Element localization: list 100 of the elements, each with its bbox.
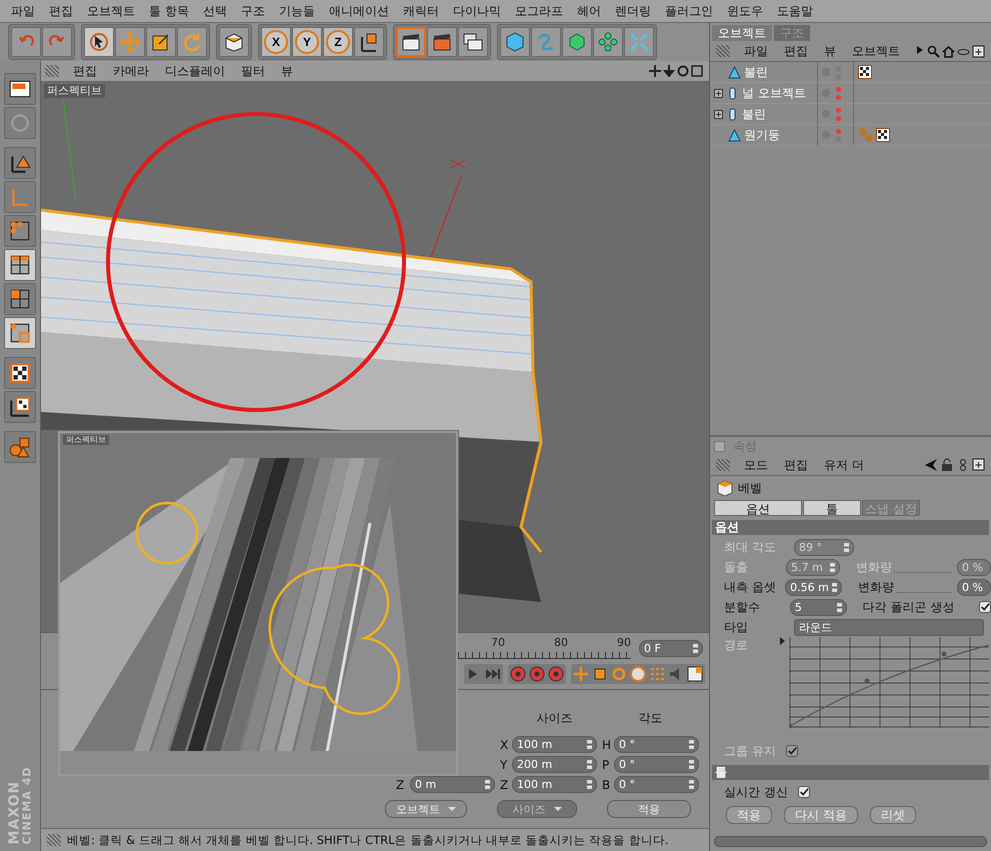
menu-item[interactable]: 디스플레이 <box>157 62 233 80</box>
checkbox[interactable] <box>798 786 810 798</box>
new-window-icon[interactable] <box>972 458 985 471</box>
render-button[interactable] <box>396 27 426 57</box>
record-key-icon[interactable] <box>547 665 565 683</box>
search-icon[interactable] <box>927 44 940 58</box>
menu-item[interactable]: 유저 더 <box>816 456 872 474</box>
menu-item[interactable]: 편집 <box>42 2 80 20</box>
visibility-dot[interactable] <box>836 86 841 92</box>
visibility-dot[interactable] <box>836 116 841 120</box>
menu-item[interactable]: 뷰 <box>816 42 844 60</box>
menu-item[interactable]: 파일 <box>736 42 776 60</box>
cage-cube-button[interactable] <box>562 27 592 57</box>
maximize-icon[interactable] <box>691 65 703 77</box>
grip-handle[interactable] <box>47 834 61 846</box>
grip-handle[interactable] <box>716 45 730 57</box>
checker-tag-icon[interactable] <box>876 128 890 142</box>
new-window-icon[interactable] <box>972 44 985 58</box>
menu-item[interactable]: 오브젝트 <box>80 2 142 20</box>
dropdown[interactable]: 라운드 <box>794 618 984 636</box>
timeline-window-icon[interactable] <box>686 665 704 683</box>
size-field[interactable]: 100 m <box>512 736 597 753</box>
record-key-icon[interactable] <box>528 665 546 683</box>
rotate-button[interactable] <box>177 27 207 57</box>
dropdown[interactable]: 오브젝트 <box>385 800 467 818</box>
menu-item[interactable]: 툴 항목 <box>142 2 196 20</box>
number-field[interactable]: 5 <box>790 598 847 616</box>
coordinate-system-button[interactable] <box>354 27 384 57</box>
arrows-button[interactable] <box>624 27 654 57</box>
visibility-dot[interactable] <box>836 128 841 134</box>
tool-button[interactable] <box>4 73 36 105</box>
menu-item[interactable]: 다이나믹 <box>446 2 508 20</box>
number-field[interactable]: 0.56 m <box>785 578 842 596</box>
attribute-tab[interactable]: 툴 <box>803 500 861 516</box>
menu-item[interactable]: 편집 <box>776 42 816 60</box>
tool-button[interactable] <box>4 249 36 281</box>
menu-item[interactable]: 모드 <box>736 456 776 474</box>
tool-button[interactable] <box>4 215 36 247</box>
axis-toggle[interactable]: X <box>261 27 291 57</box>
menu-item[interactable]: 캐릭터 <box>396 2 446 20</box>
checkbox[interactable] <box>979 601 991 613</box>
menu-item[interactable]: 필터 <box>233 62 273 80</box>
expand-toggle[interactable] <box>714 110 723 118</box>
expand-toggle[interactable] <box>714 88 723 98</box>
menu-item[interactable]: 도움말 <box>770 2 820 20</box>
undo-button[interactable] <box>11 27 41 57</box>
render-button[interactable] <box>458 27 488 57</box>
rotate-view-icon[interactable] <box>677 65 689 77</box>
menu-item[interactable]: 플러그인 <box>658 2 720 20</box>
panel-tab[interactable]: 오브젝트 <box>712 25 772 41</box>
menu-item[interactable]: 구조 <box>234 2 272 20</box>
tool-button[interactable] <box>4 317 36 349</box>
lock-icon[interactable] <box>940 458 954 472</box>
cube-button[interactable] <box>500 27 530 57</box>
render-button[interactable] <box>427 27 457 57</box>
angle-field[interactable]: 0 ° <box>614 776 699 793</box>
move-view-icon[interactable] <box>649 65 661 77</box>
menu-item[interactable]: 뷰 <box>273 62 301 80</box>
percent-field[interactable]: 0 % <box>957 578 991 596</box>
axis-toggle[interactable]: Y <box>292 27 322 57</box>
visibility-dot[interactable] <box>836 108 841 112</box>
tool-button[interactable] <box>4 357 36 389</box>
scale-button[interactable] <box>146 27 176 57</box>
down-arrow-icon[interactable] <box>663 65 675 77</box>
cloner-button[interactable] <box>593 27 623 57</box>
home-icon[interactable] <box>942 44 955 58</box>
apply-button[interactable]: 적용 <box>607 800 691 818</box>
attribute-tab[interactable]: 옵션 <box>714 500 802 516</box>
axis-toggle[interactable]: Z <box>323 27 353 57</box>
menu-item[interactable]: 카메라 <box>105 62 157 80</box>
menu-item[interactable]: 애니메이션 <box>322 2 396 20</box>
back-arrow-icon[interactable] <box>924 458 938 472</box>
menu-item[interactable]: 헤어 <box>570 2 608 20</box>
tool-button[interactable] <box>4 147 36 179</box>
grip-handle[interactable] <box>45 65 59 77</box>
panel-toggle-icon[interactable] <box>714 440 725 452</box>
record-key-icon[interactable] <box>509 665 527 683</box>
spline-button[interactable] <box>531 27 561 57</box>
menu-item[interactable]: 렌더링 <box>608 2 658 20</box>
scrollbar[interactable] <box>714 836 987 847</box>
redo-button[interactable] <box>42 27 72 57</box>
pointer-button[interactable] <box>84 27 114 57</box>
visibility-dot[interactable] <box>836 94 841 100</box>
frame-field[interactable]: 0 F <box>639 640 703 657</box>
menu-item[interactable]: 선택 <box>196 2 234 20</box>
menu-item[interactable]: 모그라프 <box>508 2 570 20</box>
menu-item[interactable]: 오브젝트 <box>844 42 908 60</box>
menu-item[interactable]: 기능들 <box>272 2 322 20</box>
object-name[interactable]: 널 오브젝트 <box>742 84 806 102</box>
menu-item[interactable]: 편집 <box>65 62 105 80</box>
size-field[interactable]: 100 m <box>512 776 597 793</box>
tool-button[interactable] <box>4 283 36 315</box>
position-field[interactable]: 0 m <box>410 776 495 793</box>
menu-item[interactable]: 파일 <box>4 2 42 20</box>
tool-button[interactable] <box>4 391 36 423</box>
grip-handle[interactable] <box>716 459 730 471</box>
object-name[interactable]: 불린 <box>742 106 766 122</box>
object-name[interactable]: 불린 <box>744 64 768 80</box>
checker-tag-icon[interactable] <box>858 65 872 79</box>
size-field[interactable]: 200 m <box>512 756 597 773</box>
